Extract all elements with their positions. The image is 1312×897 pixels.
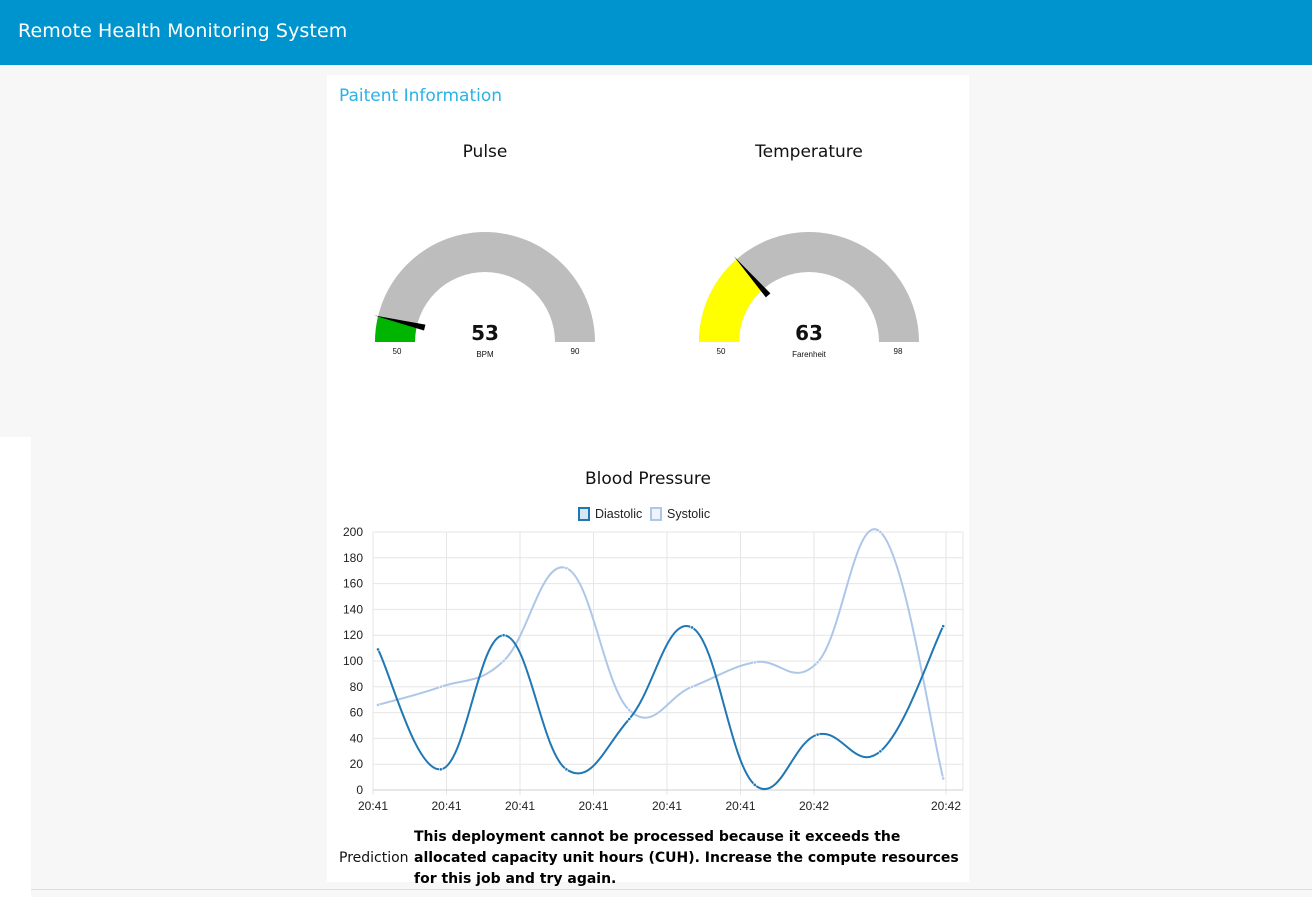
y-tick-label: 180 [343,551,363,565]
blood-pressure-chart: 0 20 40 60 80 100 120 140 160 180 200 20:41 20:41 20:… [343,507,964,813]
pulse-value: 53 [471,321,499,345]
legend-label-diastolic: Diastolic [595,507,642,521]
pulse-min-label: 50 [393,347,402,356]
data-point-diastolic [627,717,632,721]
data-point-diastolic [941,624,946,629]
data-point-diastolic [564,767,569,772]
prediction-message: This deployment cannot be processed beca… [414,829,959,887]
legend-label-systolic: Systolic [667,507,710,521]
data-point-systolic [627,708,632,712]
data-point-diastolic [376,647,380,652]
data-point-diastolic [438,767,443,772]
pulse-gauge: 53 BPM 50 90 [374,232,595,359]
temperature-gauge-title: Temperature [755,142,863,162]
x-tick-label: 20:41 [652,799,682,813]
y-tick-label: 0 [356,783,363,797]
data-point-systolic [501,659,506,663]
y-tick-label: 200 [343,525,363,539]
y-tick-label: 120 [343,628,363,642]
x-tick-label: 20:41 [725,799,755,813]
y-tick-label: 40 [350,731,364,745]
data-point-systolic [941,776,946,781]
app-title: Remote Health Monitoring System [18,20,348,42]
top-bar: Remote Health Monitoring System [0,0,1312,65]
y-tick-label: 60 [350,706,364,720]
x-tick-label: 20:41 [505,799,535,813]
data-point-diastolic [501,633,506,638]
y-tick-label: 100 [343,654,363,668]
legend-swatch-diastolic [578,507,590,521]
temperature-unit: Farenheit [792,350,827,359]
x-tick-label: 20:41 [431,799,461,813]
x-tick-label: 20:42 [799,799,829,813]
y-tick-label: 80 [350,680,364,694]
data-point-systolic [815,660,820,665]
data-point-systolic [690,684,694,689]
patient-info-card: Paitent Information Pulse Temperature 53… [327,75,969,887]
data-point-diastolic [690,625,694,630]
data-point-systolic [752,660,757,665]
x-tick-label: 20:41 [358,799,388,813]
data-point-systolic [878,530,883,534]
data-point-systolic [564,566,569,571]
pulse-gauge-title: Pulse [462,142,508,162]
side-panel [0,437,31,897]
temperature-value: 63 [795,321,823,345]
y-tick-label: 20 [350,757,364,771]
x-tick-label: 20:42 [931,799,961,813]
data-point-diastolic [752,782,757,787]
pulse-unit: BPM [476,350,494,359]
data-point-systolic [376,702,380,707]
card-title: Paitent Information [339,86,503,106]
y-tick-label: 140 [343,602,363,616]
legend-swatch-systolic [650,507,662,521]
data-point-diastolic [878,749,883,754]
chart-title: Blood Pressure [585,469,711,489]
data-point-diastolic [815,732,820,737]
temperature-min-label: 50 [717,347,726,356]
series-line-systolic [377,528,945,779]
prediction-label: Prediction [339,850,409,866]
temperature-max-label: 98 [894,347,903,356]
pulse-max-label: 90 [571,347,580,356]
y-tick-label: 160 [343,577,363,591]
data-point-systolic [438,684,443,689]
x-tick-label: 20:41 [578,799,608,813]
temperature-gauge: 63 Farenheit 50 98 [699,232,919,359]
